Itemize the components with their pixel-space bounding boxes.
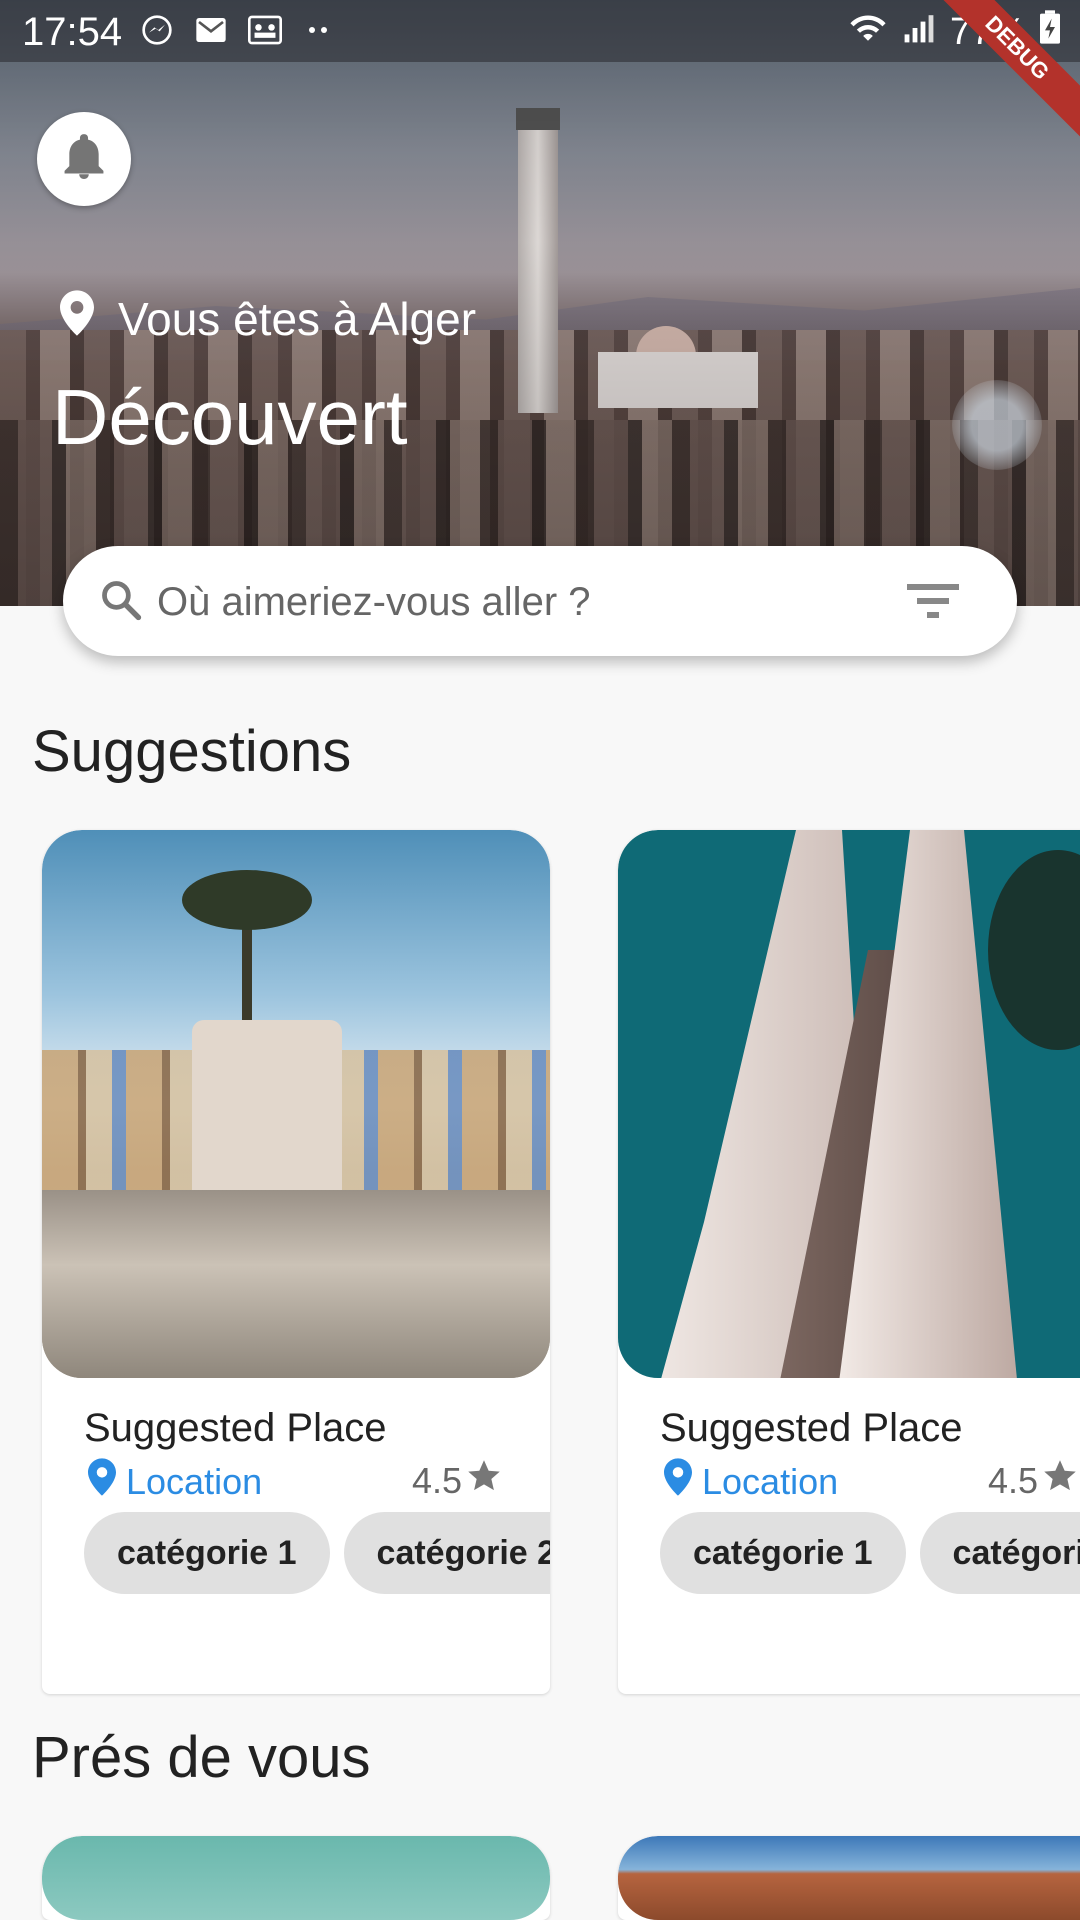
place-rating: 4.5 <box>412 1458 502 1503</box>
search-icon <box>99 578 143 627</box>
place-location-label: Location <box>126 1460 263 1502</box>
more-dots-icon <box>302 14 336 46</box>
signal-icon <box>902 11 936 54</box>
place-photo <box>618 830 1080 1378</box>
nearby-card[interactable] <box>618 1836 1080 1920</box>
suggestion-card[interactable]: Suggested Place Location 4.5 catégorie 1… <box>42 830 550 1694</box>
filter-icon[interactable] <box>907 582 959 625</box>
location-pin-icon <box>60 290 118 347</box>
rating-value: 4.5 <box>412 1459 463 1501</box>
place-location[interactable]: Location <box>664 1458 838 1505</box>
location-pin-icon <box>664 1458 702 1505</box>
place-name: Suggested Place <box>660 1406 963 1450</box>
hero-banner: Vous êtes à Alger Découvert <box>0 0 1080 606</box>
location-pin-icon <box>88 1458 126 1505</box>
place-photo <box>42 1836 550 1920</box>
messenger-icon <box>140 14 174 46</box>
search-input[interactable] <box>155 566 939 638</box>
location-label: Vous êtes à Alger <box>118 292 477 345</box>
photo-palm <box>988 850 1080 1050</box>
category-chip[interactable]: catégorie 1 <box>660 1512 906 1594</box>
star-icon <box>1038 1458 1078 1503</box>
wifi-icon <box>848 11 888 54</box>
notifications-button[interactable] <box>37 112 131 206</box>
place-photo <box>618 1836 1080 1920</box>
suggestions-heading: Suggestions <box>32 719 352 784</box>
nearby-heading: Prés de vous <box>32 1725 371 1790</box>
place-name: Suggested Place <box>84 1406 387 1450</box>
status-bar: 17:54 77% DEBUG <box>0 0 1080 143</box>
category-chip[interactable]: catégorie 2 <box>919 1512 1080 1594</box>
place-location[interactable]: Location <box>88 1458 262 1505</box>
hero-touch-indicator <box>952 380 1042 470</box>
current-location: Vous êtes à Alger <box>60 290 476 347</box>
battery-icon <box>1040 10 1060 54</box>
nearby-card[interactable] <box>42 1836 550 1920</box>
photo-pavilion <box>192 1020 342 1200</box>
teams-icon <box>248 14 282 46</box>
status-time: 17:54 <box>22 10 123 54</box>
search-bar[interactable] <box>63 546 1017 656</box>
category-chip[interactable]: catégorie 1 <box>84 1512 330 1594</box>
status-notification-icons <box>140 14 336 46</box>
place-rating: 4.5 <box>988 1458 1078 1503</box>
place-photo <box>42 830 550 1378</box>
category-chip[interactable]: catégorie 2 <box>343 1512 550 1594</box>
place-location-label: Location <box>702 1460 839 1502</box>
photo-palm <box>182 870 312 1030</box>
page-title: Découvert <box>52 373 408 461</box>
suggestion-card[interactable]: Suggested Place Location 4.5 catégorie 1… <box>618 830 1080 1694</box>
star-icon <box>462 1458 502 1503</box>
bell-icon <box>62 132 106 187</box>
gmail-icon <box>194 14 228 46</box>
category-chips: catégorie 1 catégorie 2 <box>84 1512 550 1596</box>
photo-ground <box>42 1190 550 1378</box>
rating-value: 4.5 <box>988 1459 1039 1501</box>
category-chips: catégorie 1 catégorie 2 <box>660 1512 1080 1596</box>
